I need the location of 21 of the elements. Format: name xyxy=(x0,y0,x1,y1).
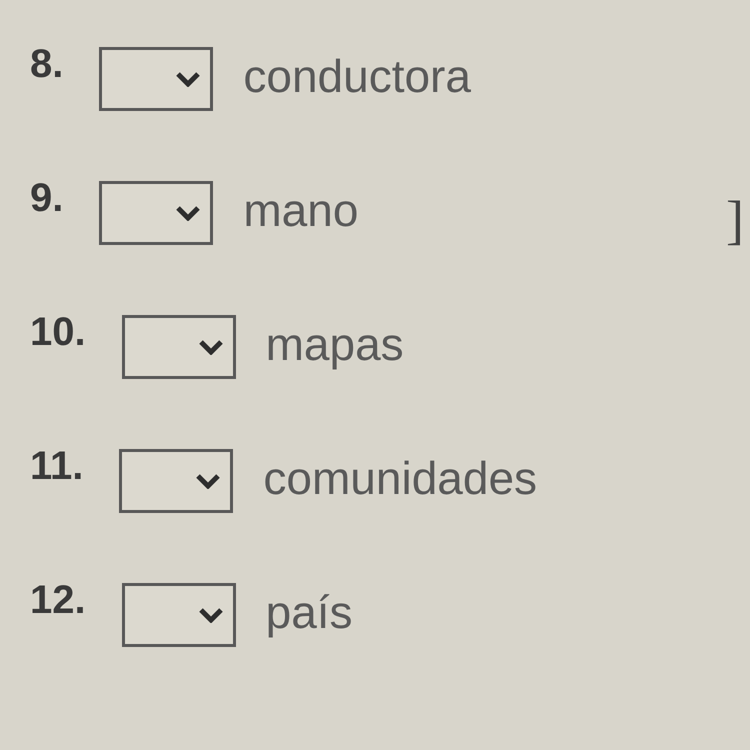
chevron-down-icon xyxy=(198,607,223,623)
word-label: mano xyxy=(243,183,358,237)
dropdown-select[interactable] xyxy=(99,181,214,245)
question-number: 9. xyxy=(30,176,64,220)
chevron-down-icon xyxy=(196,473,220,489)
dropdown-select[interactable] xyxy=(122,583,236,647)
question-number: 12. xyxy=(30,578,86,622)
dropdown-select[interactable] xyxy=(99,47,214,111)
chevron-down-icon xyxy=(176,71,200,87)
chevron-down-icon xyxy=(198,339,223,355)
question-number: 11. xyxy=(30,444,84,488)
chevron-down-icon xyxy=(176,205,200,221)
question-number: 8. xyxy=(30,42,64,86)
dropdown-select[interactable] xyxy=(119,449,234,513)
word-label: mapas xyxy=(266,317,404,371)
bracket-text: ] xyxy=(726,189,744,251)
word-label: conductora xyxy=(243,49,471,103)
question-number: 10. xyxy=(30,310,86,354)
dropdown-select[interactable] xyxy=(122,315,236,379)
word-label: comunidades xyxy=(263,451,538,505)
word-label: país xyxy=(266,585,353,639)
